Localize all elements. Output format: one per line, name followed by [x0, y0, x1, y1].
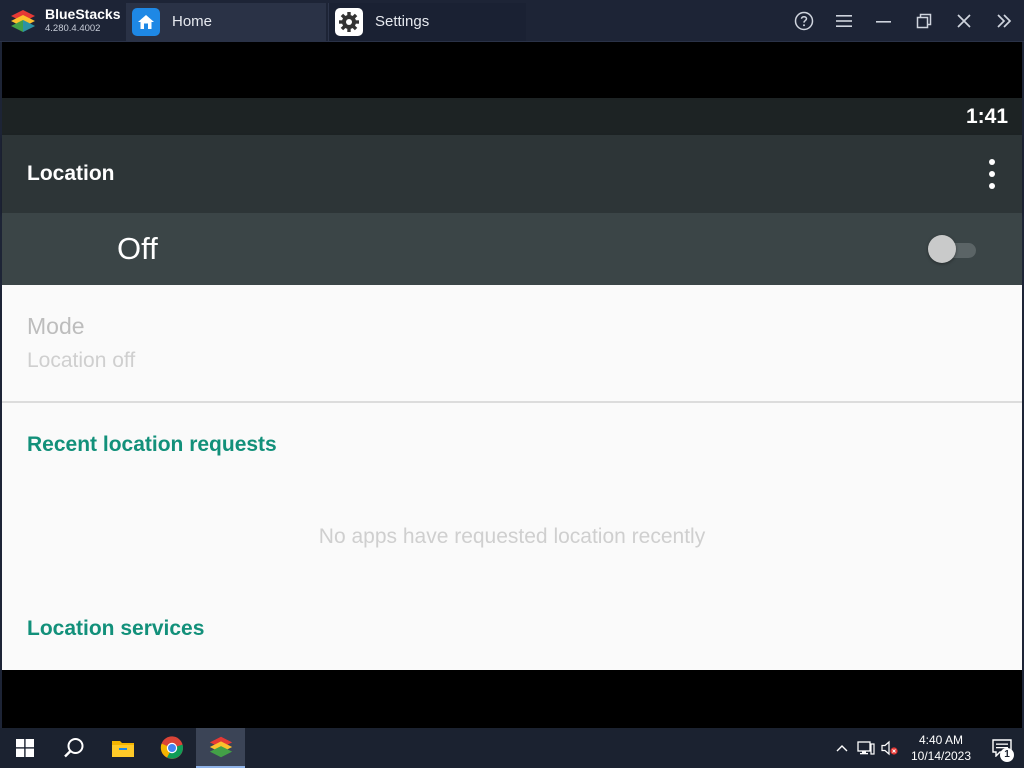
menu-icon[interactable] — [824, 0, 864, 42]
chrome-icon[interactable] — [147, 728, 196, 768]
restore-icon[interactable] — [904, 0, 944, 42]
page-title: Location — [27, 162, 115, 185]
bluestacks-icon[interactable] — [196, 728, 245, 768]
windows-taskbar: 4:40 AM 10/14/2023 1 — [0, 728, 1024, 768]
clock-time: 4:40 AM — [918, 733, 964, 747]
mode-title: Mode — [27, 313, 85, 339]
divider — [2, 401, 1022, 403]
app-version: 4.280.4.4002 — [45, 23, 101, 35]
brand: BlueStacks 4.280.4.4002 — [0, 0, 124, 42]
home-icon — [132, 7, 160, 36]
switch-label: Off — [117, 231, 158, 266]
notification-count-badge: 1 — [1000, 748, 1014, 762]
app-name: BlueStacks — [45, 6, 121, 23]
bluestacks-logo-icon — [11, 9, 35, 32]
close-icon[interactable] — [944, 0, 984, 42]
recent-requests-header: Recent location requests — [27, 433, 277, 456]
search-icon[interactable] — [49, 728, 98, 768]
status-time: 1:41 — [965, 104, 1008, 128]
location-toggle[interactable] — [928, 235, 978, 263]
mode-summary: Location off — [27, 349, 136, 372]
bluestacks-titlebar: BlueStacks 4.280.4.4002 Home Settings — [0, 0, 1024, 42]
settings-content: Mode Location off Recent location reques… — [2, 285, 1022, 670]
notification-center-icon[interactable]: 1 — [980, 728, 1024, 768]
app-bar: Location — [2, 135, 1022, 213]
android-status-bar: 1:41 — [2, 98, 1022, 135]
location-services-header: Location services — [27, 617, 205, 640]
tab-settings-label: Settings — [375, 13, 430, 30]
android-letterbox-bottom — [2, 670, 1022, 728]
tab-home[interactable]: Home — [126, 2, 326, 41]
taskbar-clock[interactable]: 4:40 AM 10/14/2023 — [908, 732, 974, 764]
network-icon[interactable] — [854, 728, 878, 768]
empty-state-message: No apps have requested location recently — [318, 525, 706, 548]
system-tray: 4:40 AM 10/14/2023 1 — [830, 728, 1024, 768]
location-master-switch-bar[interactable]: Off — [2, 213, 1022, 285]
tab-home-label: Home — [172, 13, 213, 30]
chevron-up-icon[interactable] — [830, 728, 854, 768]
tab-settings[interactable]: Settings — [328, 2, 526, 41]
file-explorer-icon[interactable] — [98, 728, 147, 768]
start-icon[interactable] — [0, 728, 49, 768]
minimize-icon[interactable] — [864, 0, 904, 42]
gear-icon — [335, 7, 363, 36]
expand-sidebar-icon[interactable] — [984, 0, 1024, 42]
help-icon[interactable] — [784, 0, 824, 42]
window-controls — [784, 0, 1024, 42]
android-letterbox-top — [2, 42, 1022, 98]
mode-preference[interactable]: Mode Location off — [27, 313, 135, 373]
volume-muted-icon[interactable] — [878, 728, 902, 768]
more-options-icon[interactable] — [986, 159, 998, 189]
toggle-thumb — [928, 235, 956, 263]
clock-date: 10/14/2023 — [910, 749, 972, 763]
